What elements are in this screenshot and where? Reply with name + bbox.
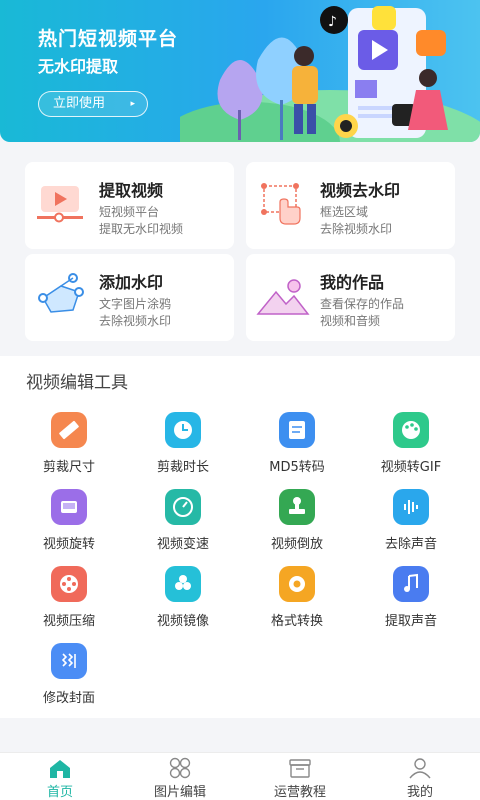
tool-item[interactable]: 修改封面 (19, 643, 119, 713)
top-banner[interactable]: 热门短视频平台 无水印提取 立即使用 ▸ ♪ (0, 0, 480, 142)
tool-label: 视频压缩 (42, 614, 95, 629)
card-desc-line: 框选区域 (320, 205, 369, 219)
tool-label: 视频变速 (156, 537, 209, 552)
tool-label: 视频旋转 (42, 537, 95, 552)
tool-label: 修改封面 (42, 691, 95, 706)
chevron-right-icon: ▸ (130, 99, 135, 109)
music-note-icon (393, 566, 429, 602)
tab-mine[interactable]: 我的 (360, 753, 480, 800)
tool-label: MD5转码 (269, 460, 325, 475)
tab-image-edit[interactable]: 图片编辑 (120, 753, 240, 800)
cover-icon (51, 643, 87, 679)
video-edit-tools: 视频编辑工具 剪裁尺寸 剪裁时长 MD5转码 视频转GIF 视频旋转 视频变速 视频倒放 去除… (0, 356, 480, 718)
clock-icon (165, 412, 201, 448)
tool-item[interactable]: 视频压缩 (19, 566, 119, 636)
card-title: 我的作品 (320, 273, 385, 292)
card-title: 视频去水印 (320, 181, 401, 200)
remove-watermark-card[interactable]: 视频去水印 框选区域 去除视频水印 (246, 162, 455, 249)
tab-label: 我的 (406, 785, 433, 800)
use-now-button[interactable]: 立即使用 ▸ (38, 91, 148, 117)
card-desc-line: 提取无水印视频 (99, 222, 184, 236)
tool-label: 视频倒放 (270, 537, 323, 552)
gear-icon (279, 566, 315, 602)
stamp-icon (279, 489, 315, 525)
tool-item[interactable]: 剪裁尺寸 (19, 412, 119, 482)
user-icon (409, 758, 431, 779)
tool-item[interactable]: 视频镜像 (133, 566, 233, 636)
svg-text:♪: ♪ (328, 14, 337, 30)
tool-label: 剪裁尺寸 (42, 460, 95, 475)
extract-video-card[interactable]: 提取视频 短视频平台 提取无水印视频 (25, 162, 234, 249)
tool-label: 提取声音 (384, 614, 437, 629)
select-area-icon (261, 183, 301, 225)
bottom-tab-bar: 首页 图片编辑 运营教程 我的 (0, 752, 480, 800)
tab-tutorial[interactable]: 运营教程 (240, 753, 360, 800)
tool-item[interactable]: 提取声音 (361, 566, 461, 636)
my-works-card[interactable]: 我的作品 查看保存的作品 视频和音频 (246, 254, 455, 341)
tab-label: 运营教程 (273, 785, 326, 800)
banner-subtitle: 无水印提取 (38, 57, 119, 76)
tool-item[interactable]: 视频旋转 (19, 489, 119, 559)
section-title: 视频编辑工具 (26, 373, 128, 393)
add-watermark-icon (38, 273, 84, 313)
tool-item[interactable]: 剪裁时长 (133, 412, 233, 482)
tool-label: 视频转GIF (380, 460, 442, 475)
circles-icon (165, 566, 201, 602)
card-desc-line: 视频和音频 (320, 314, 381, 328)
my-works-icon (256, 279, 310, 315)
tool-item[interactable]: 视频变速 (133, 489, 233, 559)
banner-title: 热门短视频平台 (38, 28, 179, 50)
banner-illustration: ♪ (180, 6, 480, 142)
tool-item[interactable]: MD5转码 (247, 412, 347, 482)
tool-label: 剪裁时长 (156, 460, 209, 475)
card-desc-line: 去除视频水印 (99, 314, 172, 328)
tool-label: 视频镜像 (156, 614, 209, 629)
home-icon (50, 760, 70, 778)
tool-item[interactable]: 视频倒放 (247, 489, 347, 559)
tab-label: 图片编辑 (153, 785, 206, 800)
waveform-icon (393, 489, 429, 525)
palette-icon (393, 412, 429, 448)
feature-area: 提取视频 短视频平台 提取无水印视频 视频去水印 框选区域 去除视频水印 添加水… (0, 142, 480, 356)
card-desc-line: 文字图片涂鸦 (99, 297, 172, 311)
film-reel-icon (51, 566, 87, 602)
document-icon (279, 412, 315, 448)
tool-item[interactable]: 去除声音 (361, 489, 461, 559)
card-title: 添加水印 (99, 273, 164, 292)
ruler-icon (51, 412, 87, 448)
tab-home[interactable]: 首页 (0, 753, 120, 800)
speedometer-icon (165, 489, 201, 525)
card-desc-line: 短视频平台 (99, 205, 160, 219)
rotate-icon (51, 489, 87, 525)
card-desc-line: 查看保存的作品 (320, 297, 405, 311)
tool-item[interactable]: 视频转GIF (361, 412, 461, 482)
tool-item[interactable]: 格式转换 (247, 566, 347, 636)
box-icon (289, 759, 311, 778)
tool-label: 格式转换 (270, 614, 323, 629)
add-watermark-card[interactable]: 添加水印 文字图片涂鸦 去除视频水印 (25, 254, 234, 341)
card-desc-line: 去除视频水印 (320, 222, 393, 236)
tool-label: 去除声音 (384, 537, 437, 552)
use-now-label: 立即使用 (53, 96, 106, 111)
extract-video-icon (37, 186, 83, 223)
tab-label: 首页 (46, 785, 73, 800)
grid-icon (169, 757, 191, 779)
card-title: 提取视频 (99, 181, 164, 200)
